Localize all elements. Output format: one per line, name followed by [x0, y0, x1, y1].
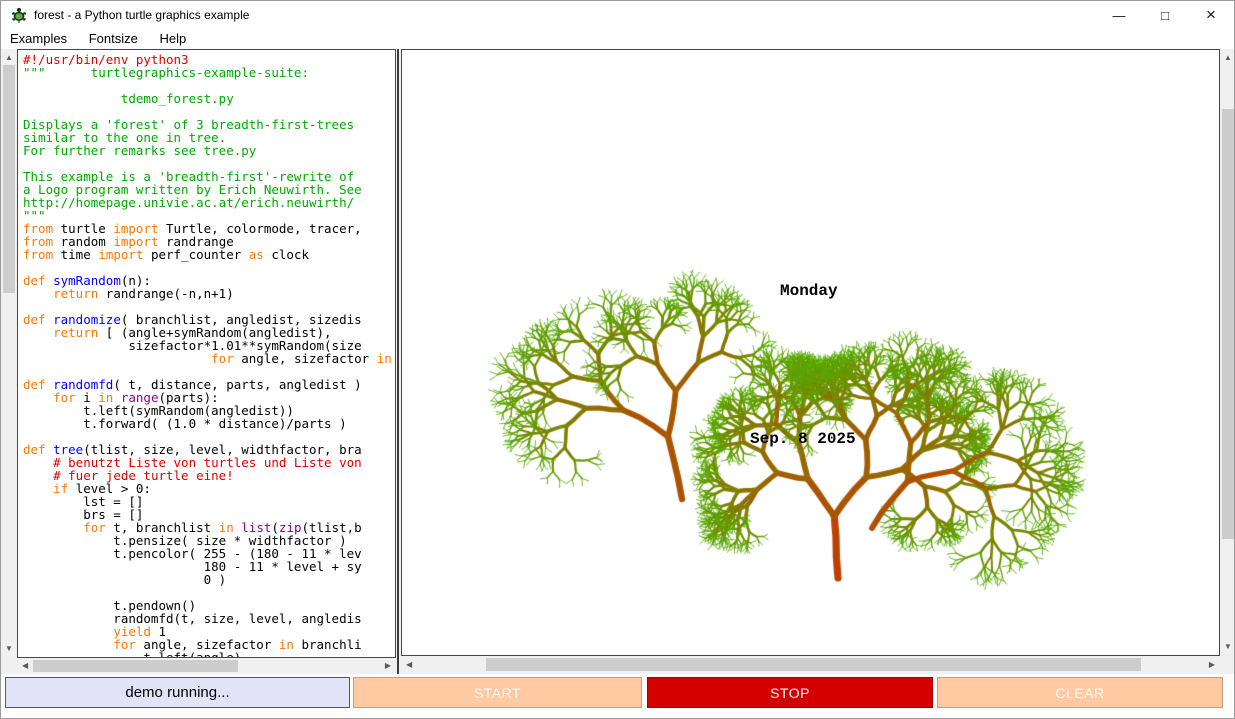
minimize-button[interactable]: — — [1096, 1, 1142, 29]
clear-button[interactable]: CLEAR — [937, 677, 1223, 708]
stop-button[interactable]: STOP — [647, 677, 933, 708]
code-vscroll-thumb[interactable] — [3, 65, 15, 293]
menu-fontsize[interactable]: Fontsize — [80, 29, 147, 49]
canvas-text-label: Monday — [780, 282, 838, 300]
scroll-down-icon[interactable]: ▼ — [1224, 643, 1232, 651]
scroll-up-icon[interactable]: ▲ — [1224, 54, 1232, 62]
start-button[interactable]: START — [353, 677, 642, 708]
minimize-icon: — — [1113, 8, 1126, 23]
code-line: http://homepage.univie.ac.at/erich.neuwi… — [23, 196, 392, 209]
code-line: t.forward( (1.0 * distance)/parts ) — [23, 417, 392, 430]
menu-examples[interactable]: Examples — [1, 29, 76, 49]
code-content: #!/usr/bin/env python3""" turtlegraphics… — [23, 53, 392, 658]
status-bar: demo running... START STOP CLEAR — [1, 674, 1235, 719]
window-title: forest - a Python turtle graphics exampl… — [34, 8, 249, 22]
scroll-up-icon[interactable]: ▲ — [5, 54, 13, 62]
code-vertical-scrollbar[interactable]: ▲ ▼ — [1, 49, 17, 658]
code-line: for angle, sizefactor in — [23, 352, 392, 365]
maximize-button[interactable]: □ — [1142, 1, 1188, 29]
forest-drawing — [402, 50, 1219, 655]
canvas-vscroll-thumb[interactable] — [1222, 109, 1234, 539]
scroll-left-icon[interactable]: ◀ — [22, 662, 28, 670]
code-horizontal-scrollbar[interactable]: ◀ ▶ — [17, 658, 396, 674]
canvas-horizontal-scrollbar[interactable]: ◀ ▶ — [401, 656, 1220, 673]
code-line: 0 ) — [23, 573, 392, 586]
code-line: from time import perf_counter as clock — [23, 248, 392, 261]
scroll-right-icon[interactable]: ▶ — [385, 662, 391, 670]
canvas-text-label: Sep. 8 2025 — [750, 430, 856, 448]
maximize-icon: □ — [1161, 8, 1169, 23]
canvas-hscroll-thumb[interactable] — [486, 658, 1141, 671]
menu-bar: Examples Fontsize Help — [1, 29, 1234, 49]
code-line: tdemo_forest.py — [23, 92, 392, 105]
window-controls: — □ × — [1096, 1, 1234, 29]
scroll-right-icon[interactable]: ▶ — [1209, 661, 1215, 669]
close-icon: × — [1206, 5, 1216, 25]
scroll-down-icon[interactable]: ▼ — [5, 645, 13, 653]
code-line: """ turtlegraphics-example-suite: — [23, 66, 392, 79]
close-button[interactable]: × — [1188, 1, 1234, 29]
canvas-vertical-scrollbar[interactable]: ▲ ▼ — [1220, 49, 1235, 656]
title-bar: forest - a Python turtle graphics exampl… — [1, 1, 1234, 29]
turtle-canvas: Monday Sep. 8 2025 — [401, 49, 1220, 656]
status-label: demo running... — [5, 677, 350, 708]
code-line: return randrange(-n,n+1) — [23, 287, 392, 300]
scroll-left-icon[interactable]: ◀ — [406, 661, 412, 669]
code-line: t.left(angle) — [23, 651, 392, 658]
code-editor[interactable]: #!/usr/bin/env python3""" turtlegraphics… — [17, 49, 396, 658]
workspace: ▲ ▼ #!/usr/bin/env python3""" turtlegrap… — [1, 49, 1235, 674]
menu-help[interactable]: Help — [150, 29, 195, 49]
app-window: forest - a Python turtle graphics exampl… — [0, 0, 1235, 719]
code-hscroll-thumb[interactable] — [33, 660, 238, 672]
turtle-app-icon — [10, 6, 28, 24]
code-line: For further remarks see tree.py — [23, 144, 392, 157]
